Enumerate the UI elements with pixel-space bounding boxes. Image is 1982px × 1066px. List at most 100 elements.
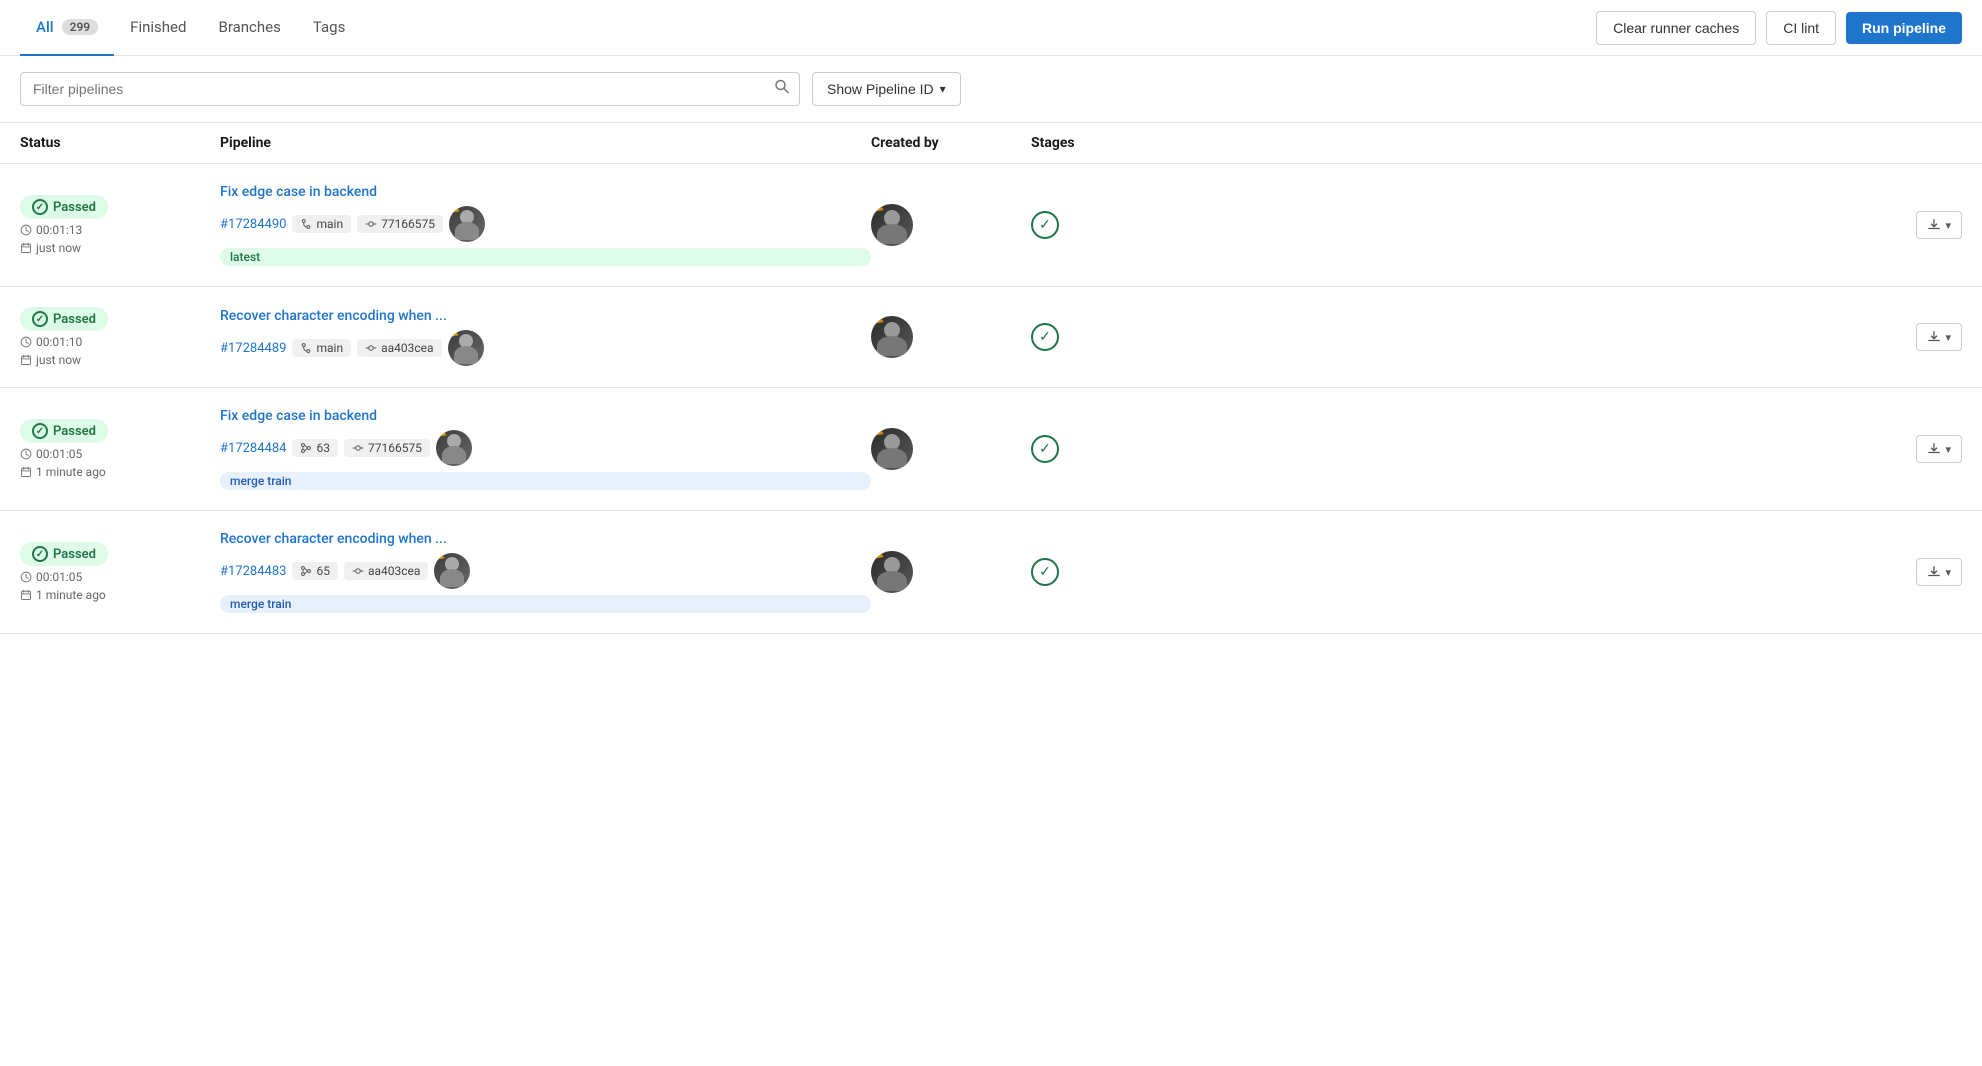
ci-lint-button[interactable]: CI lint (1766, 11, 1836, 45)
table-row: ✓ Passed 00:01:10 just now Recover chara… (0, 287, 1982, 388)
merge-train-badge: merge train (220, 595, 871, 613)
commit-icon (352, 565, 364, 577)
status-cell: ✓ Passed 00:01:10 just now (20, 307, 220, 367)
passed-icon: ✓ (32, 546, 48, 562)
tab-all[interactable]: All 299 (20, 0, 114, 56)
created-by-cell (871, 204, 1031, 246)
pipeline-title[interactable]: Recover character encoding when ... (220, 531, 871, 547)
merge-request-icon (300, 565, 312, 577)
status-cell: ✓ Passed 00:01:05 1 minute ago (20, 542, 220, 602)
chevron-down-icon: ▾ (940, 82, 946, 96)
calendar-icon (20, 242, 32, 254)
calendar-icon (20, 466, 32, 478)
time-ago: just now (20, 241, 220, 255)
status-cell: ✓ Passed 00:01:13 just now (20, 195, 220, 255)
search-wrapper (20, 72, 800, 106)
stage-check[interactable]: ✓ (1031, 323, 1059, 351)
commit-tag: aa403cea (357, 339, 441, 357)
run-pipeline-button[interactable]: Run pipeline (1846, 12, 1962, 44)
clock-icon (20, 571, 32, 583)
search-icon (774, 79, 790, 95)
clear-runner-caches-button[interactable]: Clear runner caches (1596, 11, 1756, 45)
passed-badge: ✓ Passed (20, 195, 108, 219)
table-header: Status Pipeline Created by Stages (0, 123, 1982, 164)
passed-icon: ✓ (32, 199, 48, 215)
tab-branches[interactable]: Branches (202, 0, 296, 56)
pipeline-id[interactable]: #17284489 (220, 341, 286, 356)
merge-request-icon (300, 442, 312, 454)
status-cell: ✓ Passed 00:01:05 1 minute ago (20, 419, 220, 479)
show-pipeline-id-label: Show Pipeline ID (827, 81, 934, 97)
passed-badge: ✓ Passed (20, 419, 108, 443)
show-pipeline-id-button[interactable]: Show Pipeline ID ▾ (812, 72, 961, 106)
commit-tag: 77166575 (344, 439, 430, 457)
pipeline-cell: Recover character encoding when ... #172… (220, 531, 871, 613)
commit-icon (365, 342, 377, 354)
download-icon (1927, 442, 1941, 456)
table-row: ✓ Passed 00:01:05 1 minute ago Recover c… (0, 511, 1982, 634)
stage-check[interactable]: ✓ (1031, 211, 1059, 239)
branch-tag: main (292, 339, 351, 357)
stages-cell: ✓ (1031, 211, 1231, 239)
branch-icon (300, 342, 312, 354)
duration: 00:01:13 (20, 223, 220, 237)
clock-icon (20, 336, 32, 348)
pipeline-id[interactable]: #17284490 (220, 217, 286, 232)
passed-icon: ✓ (32, 423, 48, 439)
stages-cell: ✓ (1031, 558, 1231, 586)
created-by-cell (871, 551, 1031, 593)
search-button[interactable] (774, 79, 790, 100)
header-empty2 (1882, 135, 1962, 151)
created-by-cell (871, 428, 1031, 470)
commit-icon (352, 442, 364, 454)
action-cell: ▾ (1882, 211, 1962, 239)
duration: 00:01:05 (20, 447, 220, 461)
clock-icon (20, 448, 32, 460)
stage-check[interactable]: ✓ (1031, 435, 1059, 463)
avatar (448, 330, 484, 366)
pipeline-list: ✓ Passed 00:01:13 just now Fix edge case… (0, 164, 1982, 634)
action-cell: ▾ (1882, 435, 1962, 463)
pipeline-id[interactable]: #17284483 (220, 564, 286, 579)
time-ago: 1 minute ago (20, 465, 220, 479)
pipeline-id[interactable]: #17284484 (220, 441, 286, 456)
created-by-cell (871, 316, 1031, 358)
avatar-large (871, 551, 913, 593)
download-icon (1927, 330, 1941, 344)
chevron-down-icon: ▾ (1945, 331, 1951, 344)
table-row: ✓ Passed 00:01:13 just now Fix edge case… (0, 164, 1982, 287)
chevron-down-icon: ▾ (1945, 219, 1951, 232)
commit-tag: 77166575 (357, 215, 443, 233)
chevron-down-icon: ▾ (1945, 566, 1951, 579)
download-button[interactable]: ▾ (1916, 435, 1962, 463)
tab-tags[interactable]: Tags (297, 0, 361, 56)
pipeline-title[interactable]: Fix edge case in backend (220, 184, 871, 200)
stage-check[interactable]: ✓ (1031, 558, 1059, 586)
avatar-large (871, 316, 913, 358)
search-input[interactable] (20, 72, 800, 106)
action-cell: ▾ (1882, 558, 1962, 586)
passed-badge: ✓ Passed (20, 542, 108, 566)
pipeline-cell: Fix edge case in backend #17284484 63 77… (220, 408, 871, 490)
pipeline-title[interactable]: Recover character encoding when ... (220, 308, 871, 324)
avatar (449, 206, 485, 242)
pipeline-meta: #17284483 65 aa403cea (220, 553, 871, 589)
tab-finished-label: Finished (130, 18, 186, 36)
stages-cell: ✓ (1031, 435, 1231, 463)
header-stages: Stages (1031, 135, 1231, 151)
tab-finished[interactable]: Finished (114, 0, 202, 56)
pipeline-title[interactable]: Fix edge case in backend (220, 408, 871, 424)
download-button[interactable]: ▾ (1916, 558, 1962, 586)
download-button[interactable]: ▾ (1916, 323, 1962, 351)
merge-train-badge: merge train (220, 472, 871, 490)
duration: 00:01:05 (20, 570, 220, 584)
stages-cell: ✓ (1031, 323, 1231, 351)
pipeline-meta: #17284490 main 77166575 (220, 206, 871, 242)
filter-bar: Show Pipeline ID ▾ (0, 56, 1982, 123)
table-row: ✓ Passed 00:01:05 1 minute ago Fix edge … (0, 388, 1982, 511)
download-button[interactable]: ▾ (1916, 211, 1962, 239)
download-icon (1927, 218, 1941, 232)
avatar-large (871, 428, 913, 470)
commit-icon (365, 218, 377, 230)
header-pipeline: Pipeline (220, 135, 871, 151)
